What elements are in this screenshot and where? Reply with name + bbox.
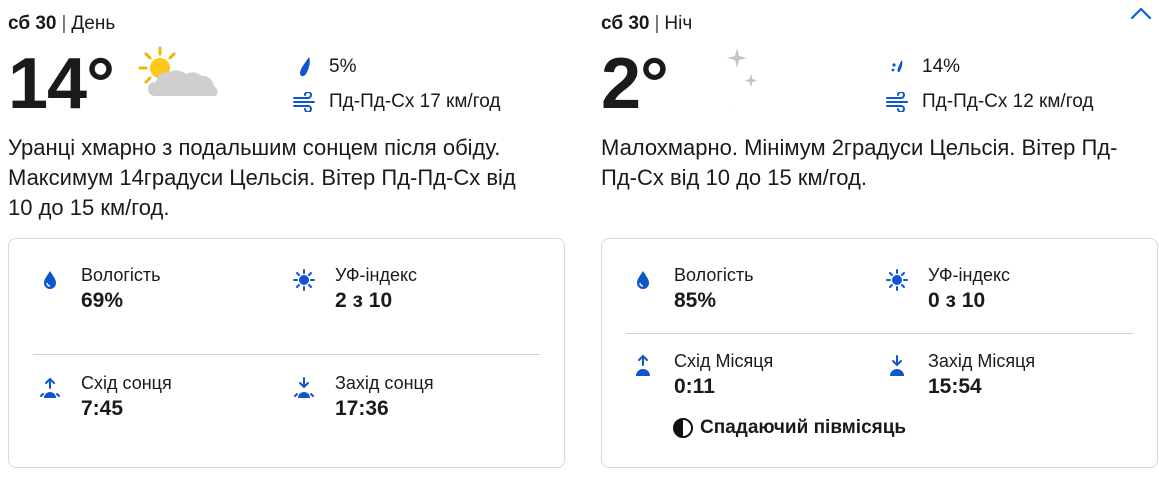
night-wind-value: Пд-Пд-Сх 12 км/год [922,91,1094,112]
uv-sun-icon [291,267,317,293]
night-column: сб 30 | Ніч 2° 14% Пд-Пд-Сх 12 км/год Ма… [601,0,1159,486]
wind-icon [884,91,912,113]
night-temperature: 2° [601,44,669,124]
night-date: сб 30 [601,13,650,34]
night-precipitation: 14% [884,56,960,78]
uv-sun-icon [884,267,910,293]
day-precipitation: 5% [291,56,356,78]
night-description: Малохмарно. Мінімум 2градуси Цельсія. Ві… [601,135,1118,190]
day-header: сб 30 | День [8,13,116,34]
weather-day-night-panel: сб 30 | День 14° 5% Пд-Пд-Сх 17 км/год У… [0,0,1159,486]
moon-phase: Спадаючий півмісяць [672,417,906,439]
moonrise-icon [630,353,656,379]
humidity-drop-icon [37,267,63,293]
raindrop-icon [291,56,319,78]
night-header: сб 30 | Ніч [601,13,693,34]
moonset-icon [884,353,910,379]
wind-icon [291,91,319,113]
day-date: сб 30 [8,13,57,34]
humidity-drop-icon [630,267,656,293]
sunset-icon [291,375,317,401]
day-wind-value: Пд-Пд-Сх 17 км/год [329,91,501,112]
night-period: Ніч [664,13,693,34]
day-description: Уранці хмарно з подальшим сонцем після о… [8,135,516,220]
collapse-chevron-up-icon[interactable] [1128,4,1154,22]
day-card-divider [33,354,540,355]
night-precipitation-value: 14% [922,56,961,77]
day-column: сб 30 | День 14° 5% Пд-Пд-Сх 17 км/год У… [8,0,573,486]
day-precipitation-value: 5% [329,56,357,77]
partly-sunny-cloud-icon [136,44,222,109]
moon-stars-icon [685,44,765,129]
night-details-card: Вологість 85% УФ-індекс 0 з 10 Схід Міся… [601,238,1158,468]
moon-phase-label: Спадаючий півмісяць [700,417,907,438]
half-moon-icon [672,417,694,439]
night-card-divider [626,333,1133,334]
sunrise-icon [37,375,63,401]
day-wind: Пд-Пд-Сх 17 км/год [291,91,500,113]
day-period: День [71,13,116,34]
night-wind: Пд-Пд-Сх 12 км/год [884,91,1093,113]
day-temperature: 14° [8,44,115,124]
drizzle-icon [884,56,912,78]
day-details-card: Вологість 69% УФ-індекс 2 з 10 Схід сонц… [8,238,565,468]
